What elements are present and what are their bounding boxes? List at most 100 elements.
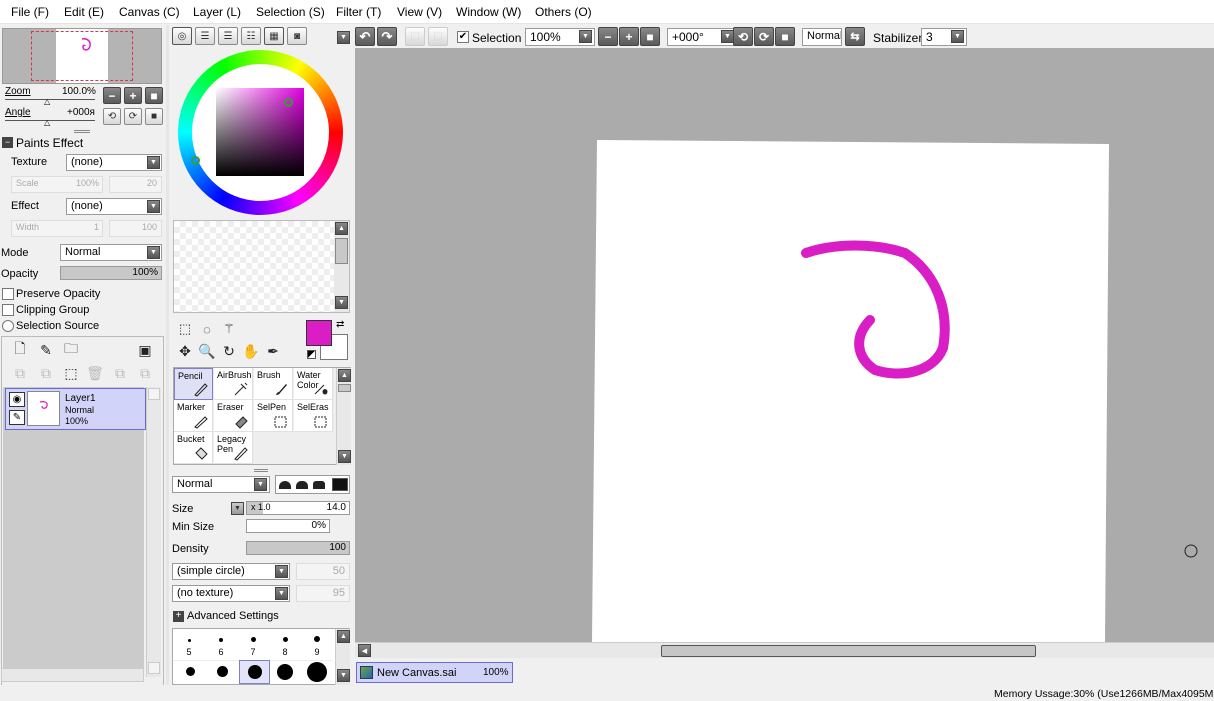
tool-pencil[interactable]: Pencil (174, 368, 213, 400)
selection-checkbox[interactable]: ✔ (457, 31, 469, 43)
size-preset-20[interactable] (307, 662, 327, 682)
move-icon[interactable]: ✥ (176, 342, 194, 360)
canvas-rotate-reset-button[interactable]: ■ (775, 27, 795, 46)
zoom-slider-thumb[interactable]: △ (44, 97, 50, 106)
size-preset-5[interactable]: 5 (173, 629, 205, 659)
layer-horizontal-scrollbar[interactable] (1, 668, 144, 682)
size-grid-scrollbar[interactable]: ▲ ▼ (335, 629, 350, 685)
opacity-slider[interactable]: 100% (60, 266, 162, 280)
brush-preset-flat[interactable] (313, 481, 325, 489)
clipping-group-checkbox[interactable] (2, 304, 14, 316)
size-preset-12[interactable] (217, 666, 228, 677)
tool-eraser[interactable]: Eraser (214, 400, 253, 432)
canvas-zoom-out-button[interactable]: − (598, 27, 618, 46)
tool-bucket[interactable]: Bucket (174, 432, 213, 464)
brush-shape-select[interactable]: (simple circle) (172, 563, 290, 580)
chevron-down-icon[interactable]: ▼ (579, 30, 592, 43)
scroll-down-button[interactable]: ▼ (337, 669, 350, 682)
menu-layer[interactable]: Layer (L) (193, 5, 241, 19)
expand-icon[interactable]: + (173, 611, 184, 622)
tool-grid-scrollbar[interactable]: ▲ ▼ (336, 368, 351, 465)
scroll-thumb[interactable] (338, 384, 351, 392)
layer-mask-icon[interactable]: ▣ (136, 341, 154, 359)
new-layer-icon[interactable]: 🗋 (11, 340, 29, 359)
rect-select-icon[interactable]: ⬚ (176, 320, 194, 338)
size-preset-8[interactable]: 8 (269, 629, 301, 659)
menu-window[interactable]: Window (W) (456, 5, 521, 19)
zoom-reset-button[interactable]: ■ (145, 87, 163, 104)
panel-splitter[interactable] (166, 25, 169, 685)
rgb-sliders-icon[interactable]: ☰ (195, 27, 215, 45)
hue-picker-marker[interactable] (191, 156, 200, 165)
view-mode-select[interactable]: Normal (802, 28, 842, 46)
size-preset-9[interactable]: 9 (301, 629, 333, 659)
rotate-tool-icon[interactable]: ↻ (220, 342, 238, 360)
size-preset-10[interactable] (186, 667, 195, 676)
primary-color-swatch-front[interactable] (306, 320, 332, 346)
scroll-down-button[interactable]: ▼ (338, 450, 351, 463)
scroll-up-button[interactable]: ▲ (338, 369, 351, 382)
lasso-icon[interactable]: ◌ (198, 320, 216, 338)
density-slider[interactable]: 100 (246, 541, 350, 555)
document-tab[interactable]: New Canvas.sai 100% (356, 662, 513, 683)
panel-grip[interactable] (74, 130, 90, 133)
scratchpad-area[interactable] (173, 220, 350, 313)
hand-tool-icon[interactable]: ✋ (242, 342, 260, 360)
scroll-thumb[interactable] (335, 238, 348, 264)
tool-legacy-pen[interactable]: Legacy Pen (214, 432, 253, 464)
layer-row[interactable]: ◉ ✎ Layer1 Normal 100% (5, 388, 146, 430)
canvas-zoom-in-button[interactable]: + (619, 27, 639, 46)
rotate-ccw-button[interactable]: ⟲ (103, 108, 121, 125)
chevron-down-icon[interactable]: ▼ (147, 246, 160, 259)
scratchpad-scrollbar[interactable]: ▲ ▼ (334, 221, 349, 312)
selection-source-radio[interactable] (2, 320, 14, 332)
brush-shape-presets[interactable] (275, 475, 350, 494)
color-list-icon[interactable]: ☷ (241, 27, 261, 45)
tool-brush[interactable]: Brush (254, 368, 293, 400)
reset-colors-icon[interactable] (307, 350, 316, 359)
zoom-in-button[interactable]: + (124, 87, 142, 104)
canvas-rotate-ccw-button[interactable]: ⟲ (733, 27, 753, 46)
zoom-out-button[interactable]: − (103, 87, 121, 104)
tool-marker[interactable]: Marker (174, 400, 213, 432)
chevron-down-icon[interactable]: ▼ (275, 565, 288, 578)
chevron-down-icon[interactable]: ▼ (254, 478, 267, 491)
advanced-settings-label[interactable]: Advanced Settings (187, 610, 279, 622)
brush-preset-soft[interactable] (296, 481, 308, 489)
collapse-icon[interactable]: − (2, 137, 13, 148)
eyedropper-icon[interactable]: ✒ (264, 342, 282, 360)
chevron-down-icon[interactable]: ▼ (951, 30, 964, 43)
menu-edit[interactable]: Edit (E) (64, 5, 104, 19)
sv-picker-marker[interactable] (284, 98, 293, 107)
brush-preset-round[interactable] (279, 481, 291, 489)
clear-layer-icon[interactable]: ⬚ (62, 364, 80, 382)
menu-selection[interactable]: Selection (S) (256, 5, 325, 19)
size-preset-6[interactable]: 6 (205, 629, 237, 659)
tool-selpen[interactable]: SelPen (254, 400, 293, 432)
color-wheel-mode-icon[interactable]: ◎ (172, 27, 192, 45)
tool-water-color[interactable]: Water Color (294, 368, 333, 400)
canvas-scroll-thumb[interactable] (661, 645, 1036, 657)
preserve-opacity-checkbox[interactable] (2, 288, 14, 300)
layer-list-scrollbar[interactable] (146, 387, 161, 677)
scroll-down-button[interactable] (148, 662, 160, 674)
canvas-paper[interactable] (592, 140, 1109, 642)
undo-button[interactable]: ↶ (355, 27, 375, 46)
size-preset-14[interactable] (248, 665, 262, 679)
tool-seleras[interactable]: SelEras (294, 400, 333, 432)
menu-others[interactable]: Others (O) (535, 5, 592, 19)
redo-button[interactable]: ↷ (377, 27, 397, 46)
menu-filter[interactable]: Filter (T) (336, 5, 381, 19)
hsv-sliders-icon[interactable]: ☰ (218, 27, 238, 45)
rotate-reset-button[interactable]: ■ (145, 108, 163, 125)
min-size-slider[interactable]: 0% (246, 519, 330, 533)
brush-preset-square[interactable] (332, 478, 348, 491)
scroll-up-button[interactable]: ▲ (337, 630, 350, 643)
scroll-up-button[interactable]: ▲ (335, 222, 348, 235)
chevron-down-icon[interactable]: ▼ (275, 587, 288, 600)
zoom-tool-icon[interactable]: 🔍 (198, 342, 216, 360)
scratchpad-icon[interactable]: ◙ (287, 27, 307, 45)
menu-canvas[interactable]: Canvas (C) (119, 5, 180, 19)
flip-canvas-button[interactable]: ⇆ (845, 27, 865, 46)
chevron-down-icon[interactable]: ▼ (231, 502, 244, 515)
